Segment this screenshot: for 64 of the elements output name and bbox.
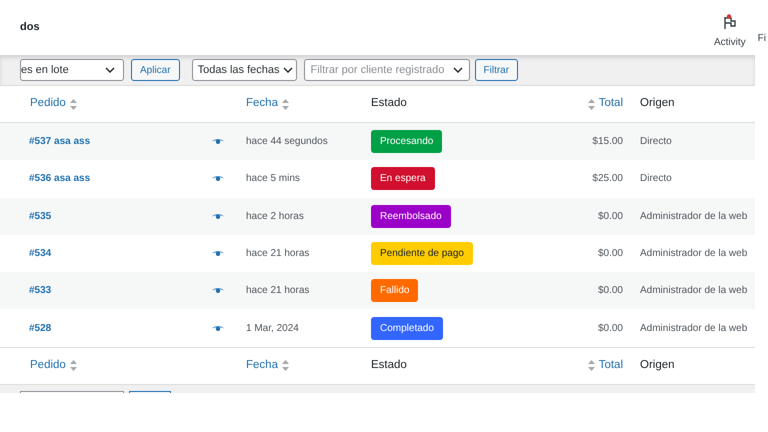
column-header[interactable]: Fecha [246, 357, 278, 374]
status-badge: Completado [371, 316, 443, 340]
total-cell-text: $0.00 [596, 210, 623, 224]
eye-icon[interactable] [212, 324, 224, 332]
column-header[interactable]: Total [598, 357, 623, 374]
origin-cell-text: Directo [640, 135, 673, 150]
bulk-action-select[interactable]: es en lote [20, 59, 124, 81]
header-tab[interactable]: Fi [758, 9, 766, 46]
order-link[interactable]: #536 asa ass [29, 171, 212, 186]
column-header: Estado [371, 358, 407, 374]
status-badge: Fallido [371, 279, 418, 302]
date-cell-text: hace 21 horas [246, 284, 310, 298]
page-title: dos [20, 20, 40, 36]
total-cell-text: $25.00 [591, 172, 623, 186]
date-select[interactable]: Todas las fechas [192, 59, 297, 81]
origin-cell-text: Administrador de la web [640, 210, 748, 224]
column-header[interactable]: Total [598, 95, 623, 113]
order-link[interactable]: #537 asa ass [29, 134, 212, 150]
chevron-icon [282, 67, 293, 73]
eye-icon[interactable] [212, 138, 224, 146]
date-cell-text: hace 5 mins [246, 172, 301, 186]
status-badge: Pendiente de pago [371, 242, 473, 266]
column-header[interactable]: Pedido [30, 95, 66, 113]
status-badge: Reembolsado [371, 204, 451, 228]
eye-icon[interactable] [212, 212, 224, 220]
flag-icon [722, 14, 737, 30]
sort-icon [70, 360, 77, 372]
column-header[interactable]: Fecha [246, 95, 278, 113]
sort-icon [282, 360, 289, 372]
sort-icon [70, 98, 77, 110]
eye-icon[interactable] [212, 287, 224, 294]
date-cell-text: hace 21 horas [246, 247, 310, 262]
column-header: Origen [640, 96, 675, 112]
date-cell-text: hace 2 horas [246, 210, 305, 224]
order-link[interactable]: #535 [29, 208, 212, 224]
order-link[interactable]: #528 [29, 320, 212, 336]
total-cell-text: $0.00 [596, 284, 623, 298]
origin-cell-text: Administrador de la web [640, 247, 748, 262]
total-cell-text: $0.00 [596, 247, 623, 262]
origin-cell-text: Administrador de la web [640, 284, 748, 298]
column-header: Origen [640, 358, 675, 374]
origin-cell-text: Administrador de la web [640, 322, 748, 336]
status-badge: Procesando [371, 130, 442, 154]
eye-icon[interactable] [212, 250, 224, 258]
activity-button[interactable]: Activity [714, 6, 746, 50]
apply-button[interactable]: Aplicar [131, 59, 180, 81]
sort-icon [588, 98, 595, 110]
customer-filter-field[interactable]: Filtrar por cliente registrado [304, 59, 470, 81]
date-cell-text: 1 Mar, 2024 [246, 322, 300, 336]
chevron-icon [452, 67, 463, 73]
chevron-icon [105, 67, 115, 73]
total-cell-text: $0.00 [596, 322, 623, 336]
order-link[interactable]: #533 [29, 283, 212, 298]
status-badge: En espera [371, 167, 435, 190]
column-header[interactable]: Pedido [30, 357, 66, 374]
date-cell-text: hace 44 segundos [246, 135, 329, 150]
sort-icon [588, 360, 595, 372]
order-link[interactable]: #534 [29, 246, 212, 262]
sort-icon [282, 98, 289, 110]
total-cell-text: $15.00 [591, 135, 623, 150]
eye-icon[interactable] [212, 175, 224, 182]
filter-button[interactable]: Filtrar [474, 59, 518, 81]
column-header: Estado [371, 96, 407, 112]
origin-cell-text: Directo [640, 172, 673, 186]
